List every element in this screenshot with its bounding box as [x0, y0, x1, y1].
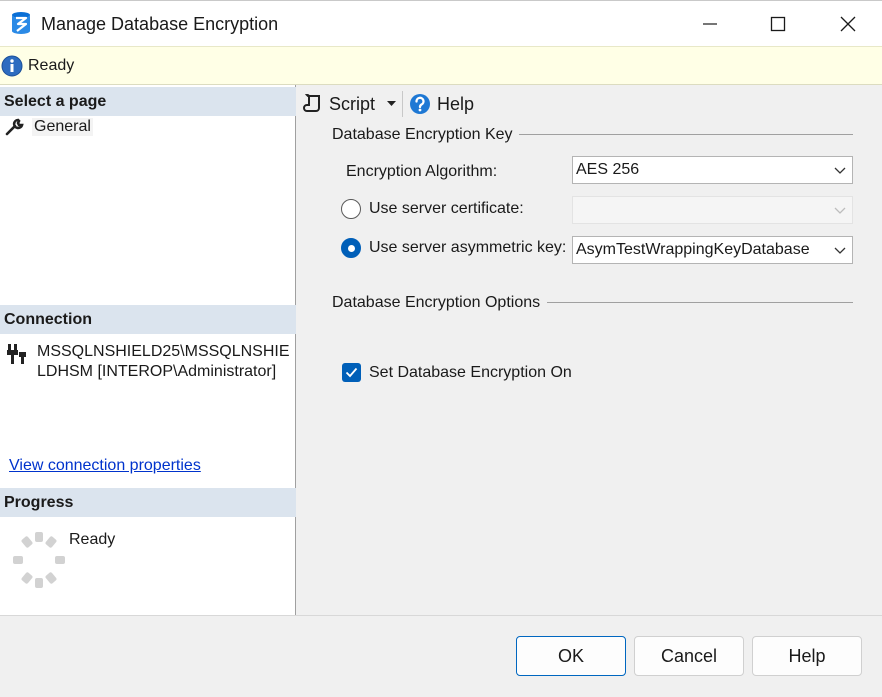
radio-checked[interactable]	[341, 238, 361, 258]
group-divider	[519, 134, 853, 135]
title-bar: Manage Database Encryption	[0, 0, 882, 46]
right-pane: Script Help Database Encryption Key Encr…	[297, 85, 882, 615]
use-server-asymmetric-key-label: Use server asymmetric key:	[369, 239, 567, 256]
chevron-down-icon[interactable]	[387, 101, 396, 107]
script-button[interactable]: Script	[303, 93, 375, 115]
asymmetric-key-select[interactable]: AsymTestWrappingKeyDatabase	[572, 236, 853, 264]
wrench-icon	[5, 118, 24, 136]
use-server-asymmetric-key-radio[interactable]: Use server asymmetric key:	[341, 238, 566, 258]
maximize-icon	[770, 16, 786, 32]
cancel-button[interactable]: Cancel	[634, 636, 744, 676]
close-icon	[840, 16, 856, 32]
left-pane: Select a page General Connection MSSQLNS…	[0, 85, 296, 615]
connection-header: Connection	[0, 305, 296, 334]
asymmetric-key-value: AsymTestWrappingKeyDatabase	[576, 241, 810, 258]
help-label: Help	[437, 93, 475, 114]
help-button[interactable]: Help	[752, 636, 862, 676]
minimize-icon	[703, 23, 717, 25]
encryption-algorithm-select[interactable]: AES 256	[572, 156, 853, 184]
help-toolbar-button[interactable]: Help	[409, 93, 474, 115]
database-encryption-icon	[12, 12, 30, 34]
script-icon	[303, 93, 320, 112]
page-item-label: General	[32, 118, 93, 136]
status-bar: Ready	[0, 46, 882, 85]
window-title: Manage Database Encryption	[41, 14, 279, 34]
ok-button[interactable]: OK	[516, 636, 626, 676]
connection-details: MSSQLNSHIELD25\MSSQLNSHIELDHSM [INTEROP\…	[37, 343, 290, 380]
encryption-key-group-label: Database Encryption Key	[332, 126, 513, 143]
view-connection-properties-link[interactable]: View connection properties	[9, 457, 201, 475]
checkmark-icon	[345, 367, 358, 378]
plug-icon	[7, 344, 26, 364]
chevron-down-icon	[834, 167, 846, 174]
script-label: Script	[329, 93, 376, 114]
group-divider	[547, 302, 853, 303]
progress-status: Ready	[69, 531, 116, 548]
progress-header: Progress	[0, 488, 296, 517]
close-button[interactable]	[812, 1, 882, 47]
encryption-options-group-label: Database Encryption Options	[332, 294, 541, 311]
use-server-certificate-label: Use server certificate:	[369, 200, 524, 217]
radio-unchecked[interactable]	[341, 199, 361, 219]
select-page-header: Select a page	[0, 87, 296, 116]
maximize-button[interactable]	[742, 1, 814, 47]
checkbox-checked[interactable]	[342, 363, 361, 382]
toolbar-separator	[402, 91, 403, 117]
chevron-down-icon	[834, 207, 846, 214]
status-text: Ready	[28, 57, 75, 74]
encryption-algorithm-value: AES 256	[576, 161, 640, 178]
spinner-icon	[13, 532, 65, 588]
chevron-down-icon	[834, 247, 846, 254]
set-encryption-on-label: Set Database Encryption On	[369, 363, 572, 381]
encryption-algorithm-label: Encryption Algorithm:	[346, 163, 498, 180]
button-bar: OK Cancel Help	[0, 615, 882, 697]
use-server-certificate-radio[interactable]: Use server certificate:	[341, 199, 524, 219]
minimize-button[interactable]	[674, 1, 746, 47]
server-certificate-select	[572, 196, 853, 224]
page-item-general[interactable]: General	[5, 118, 93, 136]
help-icon	[410, 94, 430, 114]
set-encryption-on-checkbox[interactable]: Set Database Encryption On	[342, 363, 572, 382]
info-icon	[1, 55, 23, 77]
